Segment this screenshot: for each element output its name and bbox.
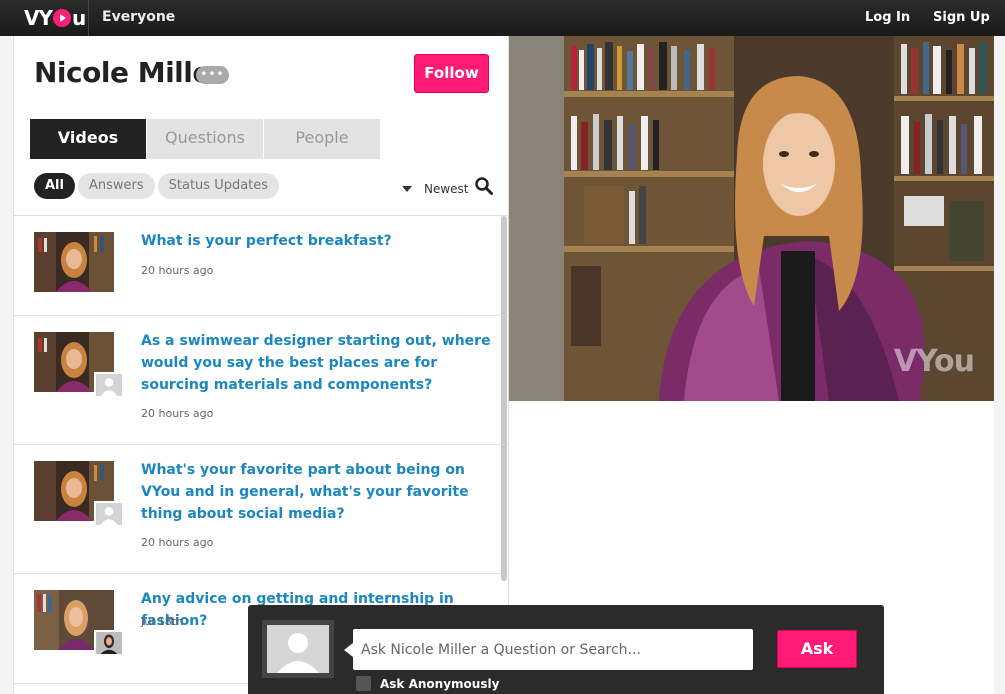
- caret-down-icon: [402, 186, 412, 192]
- question-title[interactable]: What's your favorite part about being on…: [141, 459, 491, 525]
- top-navigation-bar: VY u Everyone Log In Sign Up: [0, 0, 1005, 36]
- search-icon[interactable]: [475, 177, 493, 195]
- user-photo-icon: [96, 632, 122, 654]
- nav-divider: [88, 0, 89, 36]
- vyou-logo[interactable]: VY u: [24, 6, 86, 30]
- question-time: 20 hours ago: [141, 264, 214, 277]
- sort-label: Newest: [424, 182, 469, 196]
- sort-dropdown[interactable]: Newest: [402, 182, 469, 196]
- tab-questions[interactable]: Questions: [147, 119, 263, 159]
- question-title[interactable]: As a swimwear designer starting out, whe…: [141, 330, 491, 396]
- ask-question-input[interactable]: [353, 629, 753, 670]
- asker-avatar[interactable]: [94, 372, 124, 398]
- play-logo-icon: [52, 9, 71, 27]
- tab-videos[interactable]: Videos: [30, 119, 146, 159]
- more-options-button[interactable]: •••: [196, 66, 229, 84]
- question-time: Jul 18th: [141, 615, 184, 628]
- ask-button[interactable]: Ask: [777, 630, 857, 668]
- default-user-icon: [267, 625, 329, 673]
- signup-link[interactable]: Sign Up: [933, 10, 990, 25]
- question-time: 20 hours ago: [141, 407, 214, 420]
- login-link[interactable]: Log In: [865, 10, 910, 25]
- list-item[interactable]: What's your favorite part about being on…: [14, 445, 508, 574]
- ask-anonymously-label: Ask Anonymously: [380, 676, 500, 691]
- user-avatar: [262, 620, 334, 678]
- asker-avatar[interactable]: [94, 501, 124, 527]
- filter-chips: All Answers Status Updates: [34, 173, 282, 199]
- follow-button[interactable]: Follow: [414, 54, 489, 93]
- question-title[interactable]: What is your perfect breakfast?: [141, 230, 491, 252]
- video-player[interactable]: VYou: [509, 36, 994, 401]
- list-scrollbar[interactable]: [501, 216, 507, 581]
- filter-all[interactable]: All: [34, 173, 75, 199]
- scope-label[interactable]: Everyone: [102, 9, 175, 25]
- ask-anonymously-checkbox[interactable]: Ask Anonymously: [356, 676, 499, 691]
- checkbox-icon[interactable]: [356, 676, 371, 691]
- asker-avatar[interactable]: [94, 630, 124, 656]
- video-thumbnail[interactable]: [34, 232, 114, 292]
- question-time: 20 hours ago: [141, 536, 214, 549]
- default-user-icon: [96, 503, 122, 525]
- filter-status-updates[interactable]: Status Updates: [157, 173, 280, 199]
- input-pointer: [344, 643, 353, 657]
- content-tabs: Videos Questions People: [30, 119, 381, 159]
- filter-answers[interactable]: Answers: [77, 173, 155, 199]
- ask-bar: Ask Ask Anonymously: [248, 605, 884, 694]
- list-item[interactable]: As a swimwear designer starting out, whe…: [14, 316, 508, 445]
- tab-people[interactable]: People: [264, 119, 380, 159]
- list-item[interactable]: What is your perfect breakfast? 20 hours…: [14, 216, 508, 316]
- default-user-icon: [96, 374, 122, 396]
- video-watermark: VYou: [893, 344, 975, 379]
- profile-panel: Nicole Miller ••• Follow Videos Question…: [13, 36, 509, 694]
